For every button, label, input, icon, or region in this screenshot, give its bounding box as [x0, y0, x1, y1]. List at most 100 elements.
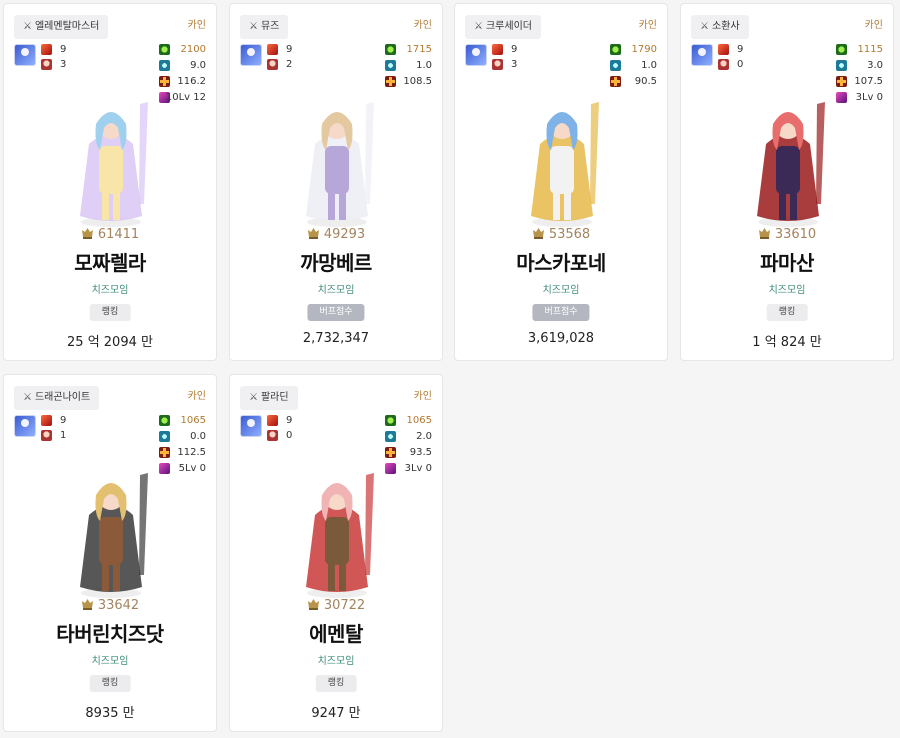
- fame-row: 33610: [681, 227, 893, 242]
- stat-value: 3Lv 0: [855, 92, 883, 103]
- creature-icon: [492, 59, 503, 70]
- character-avatar-icon: [14, 44, 36, 66]
- fame-value: 33610: [774, 227, 817, 242]
- stat-value: 1.0: [416, 60, 432, 71]
- attack-icon: [385, 415, 396, 426]
- stat-value: 93.5: [409, 447, 432, 458]
- creature-icon: [41, 59, 52, 70]
- guild-name[interactable]: 치즈모임: [4, 652, 216, 667]
- speed-icon: [385, 60, 396, 71]
- fame-value: 53568: [548, 227, 591, 242]
- stat-value: 3.0: [867, 60, 883, 71]
- attack-icon: [159, 415, 170, 426]
- stat-value: 2100: [180, 44, 206, 55]
- speed-icon: [836, 60, 847, 71]
- character-name[interactable]: 모짜렐라: [4, 247, 216, 276]
- character-name[interactable]: 에멘탈: [230, 618, 442, 647]
- character-illustration: [306, 102, 374, 227]
- score-value: 1 억 824 만: [752, 335, 822, 350]
- equipment-icon: [267, 44, 278, 55]
- sword-icon: ⚔: [23, 21, 32, 32]
- sword-icon: ⚔: [249, 392, 258, 403]
- stat-value: 116.2: [177, 76, 206, 87]
- score-type-badge: 랭킹: [89, 675, 131, 692]
- stat-value: 5Lv 0: [178, 463, 206, 474]
- creature-count: 0: [737, 59, 744, 70]
- character-illustration: [80, 102, 148, 227]
- job-tag: ⚔ 소환사: [691, 15, 749, 39]
- fame-row: 33642: [4, 598, 216, 613]
- equipment-icon: [41, 415, 52, 426]
- sword-icon: ⚔: [23, 392, 32, 403]
- server-label: 카인: [864, 20, 883, 31]
- server-label: 카인: [638, 20, 657, 31]
- fame-value: 61411: [97, 227, 140, 242]
- stat-value: 1790: [631, 44, 657, 55]
- score-type-badge: 버프점수: [307, 304, 365, 321]
- character-card[interactable]: ⚔ 뮤즈 카인 9 2 1715 1.0 108.5 49293 까망베르 치즈모임…: [229, 3, 443, 361]
- character-name[interactable]: 타버린치즈닷: [4, 618, 216, 647]
- sword-icon: ⚔: [700, 21, 709, 32]
- attack-icon: [836, 44, 847, 55]
- character-card[interactable]: ⚔ 드래곤나이트 카인 9 1 1065 0.0 112.5 5Lv 0 33642 …: [3, 374, 217, 732]
- fame-crest-icon: [532, 228, 544, 239]
- job-name: 엘레멘탈마스터: [34, 21, 100, 32]
- character-card[interactable]: ⚔ 크루세이더 카인 9 3 1790 1.0 90.5 53568 마스카포네 치…: [454, 3, 668, 361]
- character-illustration: [757, 102, 825, 227]
- character-card[interactable]: ⚔ 소환사 카인 9 0 1115 3.0 107.5 3Lv 0 33610 파마산…: [680, 3, 894, 361]
- fame-value: 49293: [323, 227, 366, 242]
- character-avatar-icon: [14, 415, 36, 437]
- server-label: 카인: [187, 391, 206, 402]
- character-card[interactable]: ⚔ 엘레멘탈마스터 카인 9 3 2100 9.0 116.2 10Lv 12 614…: [3, 3, 217, 361]
- equipment-count: 9: [60, 44, 67, 55]
- guild-name[interactable]: 치즈모임: [4, 281, 216, 296]
- guild-name[interactable]: 치즈모임: [230, 652, 442, 667]
- equipment-icon: [267, 415, 278, 426]
- stat-value: 9.0: [190, 60, 206, 71]
- stat-value: 2.0: [416, 431, 432, 442]
- score-value: 8935 만: [85, 706, 135, 721]
- character-illustration: [531, 102, 599, 227]
- score-type-badge: 랭킹: [766, 304, 808, 321]
- stat-value: 0.0: [190, 431, 206, 442]
- score-type-badge: 버프점수: [532, 304, 590, 321]
- job-name: 소환사: [711, 21, 740, 32]
- character-name[interactable]: 까망베르: [230, 247, 442, 276]
- fame-row: 61411: [4, 227, 216, 242]
- job-tag: ⚔ 크루세이더: [465, 15, 541, 39]
- guild-name[interactable]: 치즈모임: [230, 281, 442, 296]
- speed-icon: [159, 431, 170, 442]
- stat-value: 112.5: [177, 447, 206, 458]
- job-name: 드래곤나이트: [34, 392, 91, 403]
- character-name[interactable]: 파마산: [681, 247, 893, 276]
- score-value: 3,619,028: [527, 331, 595, 346]
- score-value: 25 억 2094 만: [67, 335, 153, 350]
- creature-count: 0: [286, 430, 293, 441]
- guild-name[interactable]: 치즈모임: [681, 281, 893, 296]
- score-type-badge: 랭킹: [315, 675, 357, 692]
- job-tag: ⚔ 드래곤나이트: [14, 386, 100, 410]
- stat-value: 1715: [406, 44, 432, 55]
- server-label: 카인: [413, 391, 432, 402]
- character-name[interactable]: 마스카포네: [455, 247, 667, 276]
- job-name: 크루세이더: [485, 21, 532, 32]
- guild-name[interactable]: 치즈모임: [455, 281, 667, 296]
- score-type-badge: 랭킹: [89, 304, 131, 321]
- sword-icon: ⚔: [249, 21, 258, 32]
- character-avatar-icon: [240, 44, 262, 66]
- equipment-icon: [718, 44, 729, 55]
- attack-icon: [385, 44, 396, 55]
- character-card[interactable]: ⚔ 팔라딘 카인 9 0 1065 2.0 93.5 3Lv 0 30722 에멘탈 …: [229, 374, 443, 732]
- equipment-count: 9: [286, 44, 293, 55]
- server-label: 카인: [413, 20, 432, 31]
- fame-row: 30722: [230, 598, 442, 613]
- character-avatar-icon: [691, 44, 713, 66]
- character-illustration: [80, 473, 148, 598]
- equipment-count: 9: [511, 44, 518, 55]
- score-value: 9247 만: [311, 706, 361, 721]
- stat-value: 90.5: [634, 76, 657, 87]
- fame-crest-icon: [758, 228, 770, 239]
- creature-count: 1: [60, 430, 67, 441]
- stat-value: 1065: [180, 415, 206, 426]
- creature-count: 3: [511, 59, 518, 70]
